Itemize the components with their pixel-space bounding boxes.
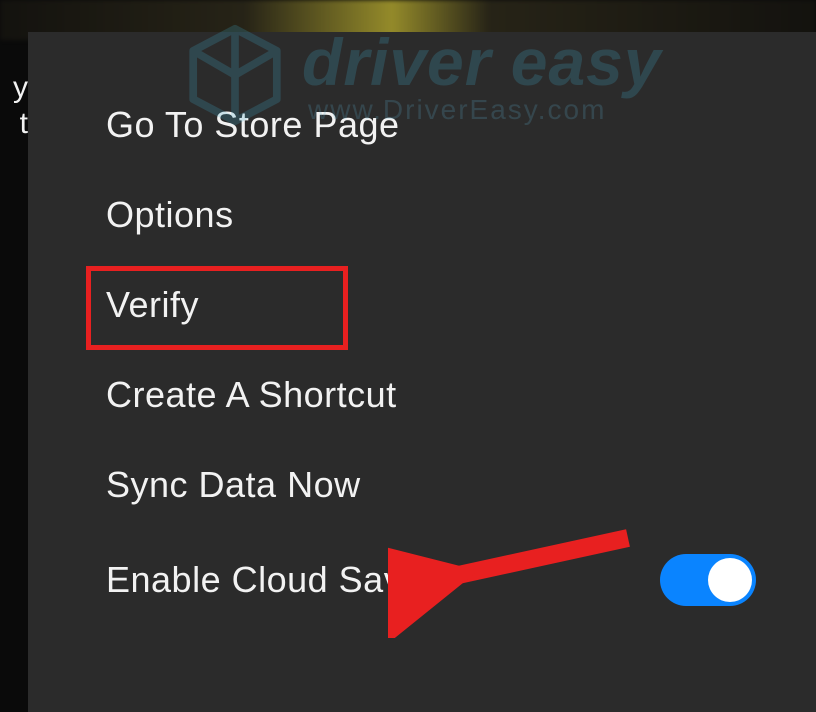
- left-text-line1: y: [0, 70, 28, 106]
- menu-item-label: Options: [106, 194, 234, 236]
- menu-item-label: Enable Cloud Save: [106, 559, 423, 601]
- truncated-left-text: y t: [0, 40, 28, 160]
- menu-item-create-shortcut[interactable]: Create A Shortcut: [28, 350, 816, 440]
- menu-item-store-page[interactable]: Go To Store Page: [28, 80, 816, 170]
- menu-item-label: Go To Store Page: [106, 104, 400, 146]
- menu-item-enable-cloud-save[interactable]: Enable Cloud Save: [28, 530, 816, 630]
- menu-item-label: Sync Data Now: [106, 464, 361, 506]
- cloud-save-toggle[interactable]: [660, 554, 756, 606]
- menu-item-label: Create A Shortcut: [106, 374, 397, 416]
- menu-item-options[interactable]: Options: [28, 170, 816, 260]
- menu-item-verify[interactable]: Verify: [28, 260, 816, 350]
- menu-item-label: Verify: [106, 284, 199, 326]
- menu-item-sync-data[interactable]: Sync Data Now: [28, 440, 816, 530]
- context-menu-panel: Go To Store Page Options Verify Create A…: [28, 32, 816, 712]
- left-text-line2: t: [0, 106, 28, 142]
- toggle-knob: [708, 558, 752, 602]
